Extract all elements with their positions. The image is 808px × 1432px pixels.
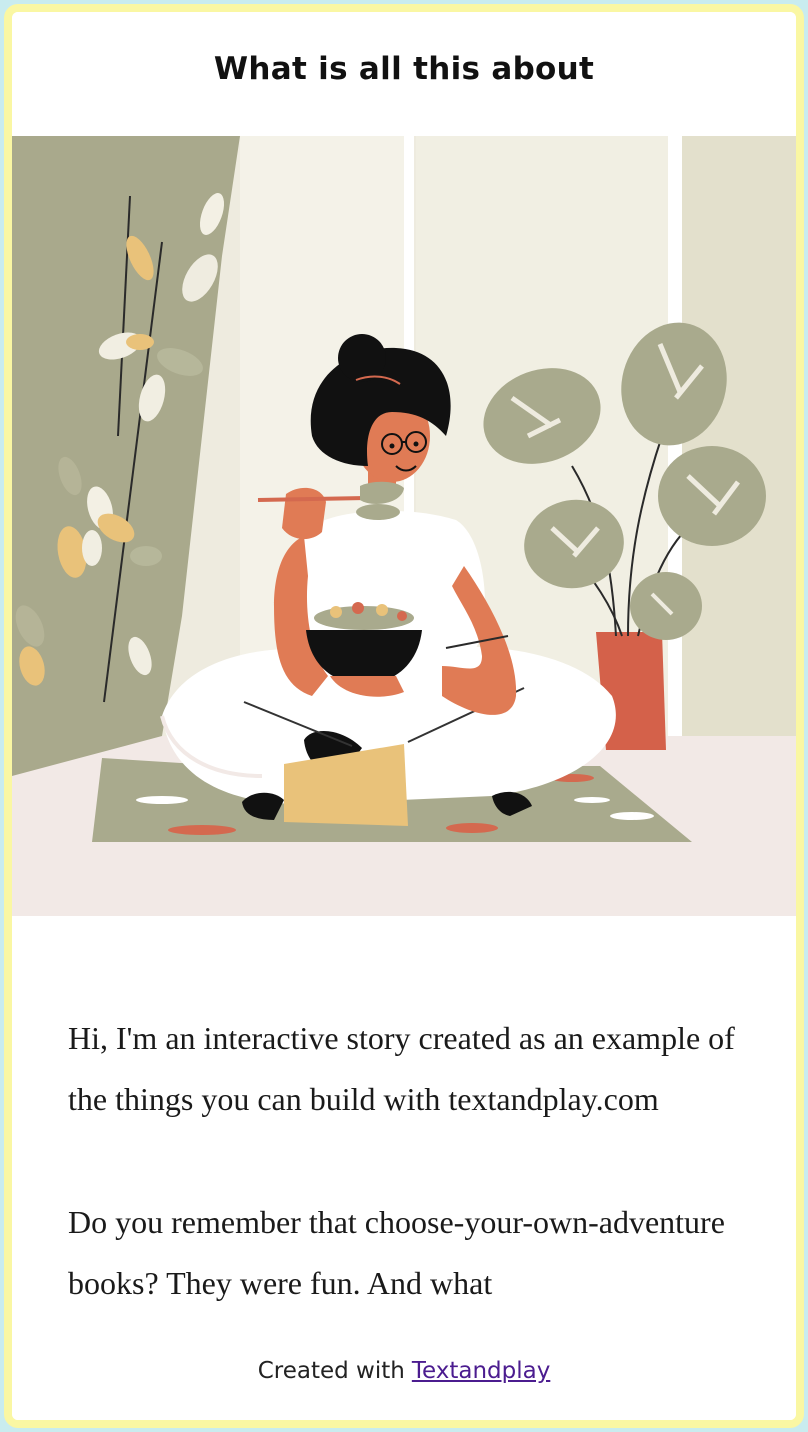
page-title: What is all this about <box>213 51 595 87</box>
footer: Created with Textandplay <box>12 1346 796 1420</box>
story-card: What is all this about Hi, I'm an intera… <box>4 4 804 1428</box>
textandplay-link[interactable]: Textandplay <box>412 1358 550 1384</box>
hero-illustration <box>12 136 796 916</box>
story-text: Hi, I'm an interactive story created as … <box>12 916 796 1346</box>
footer-prefix: Created with <box>257 1358 405 1384</box>
story-paragraph-adventure: Do you remember that choose-your-own-adv… <box>68 1204 725 1301</box>
woman-eating-illustration <box>12 136 796 916</box>
header: What is all this about <box>12 12 796 136</box>
story-paragraph-intro: Hi, I'm an interactive story created as … <box>68 1020 735 1117</box>
